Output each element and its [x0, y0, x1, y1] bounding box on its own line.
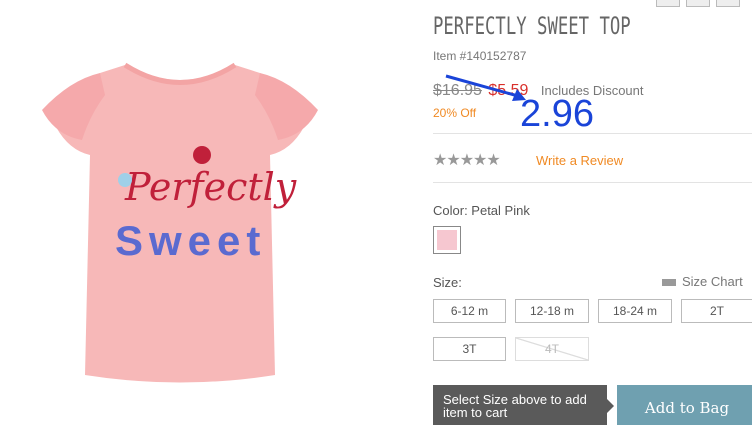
write-review-link[interactable]: Write a Review [536, 153, 623, 168]
divider [433, 182, 752, 183]
item-number: Item #140152787 [433, 49, 527, 63]
graphic-text-sweet: Sweet [115, 217, 266, 264]
divider [433, 133, 752, 134]
size-option[interactable]: 2T [681, 299, 752, 323]
select-size-note: Select Size above to add item to cart [433, 385, 614, 425]
add-to-bag-button[interactable]: Add to Bag [617, 385, 752, 425]
top-icons [656, 0, 740, 7]
product-image: Perfectly Sweet [42, 62, 318, 383]
cupcake-icon [118, 173, 132, 187]
size-option[interactable]: 3T [433, 337, 506, 361]
color-swatch-petal-pink[interactable] [433, 226, 461, 254]
color-label: Color: Petal Pink [433, 203, 530, 218]
annotation-value: 2.96 [520, 93, 594, 135]
rating-stars: ★★★★★ [433, 152, 501, 169]
graphic-text-perfectly: Perfectly [124, 165, 297, 209]
size-option[interactable]: 12-18 m [515, 299, 589, 323]
size-chart-link[interactable]: Size Chart [662, 274, 743, 289]
size-chart-label: Size Chart [682, 274, 743, 289]
email-icon[interactable] [716, 0, 740, 7]
candy-icon [193, 146, 211, 164]
swatch-fill [437, 230, 457, 250]
product-title: PERFECTLY SWEET TOP [433, 12, 631, 40]
ruler-icon [662, 279, 676, 287]
size-option-unavailable: 4T [515, 337, 589, 361]
size-label: Size: [433, 275, 462, 290]
print-icon[interactable] [686, 0, 710, 7]
size-option[interactable]: 6-12 m [433, 299, 506, 323]
share-icon[interactable] [656, 0, 680, 7]
size-option[interactable]: 18-24 m [598, 299, 672, 323]
